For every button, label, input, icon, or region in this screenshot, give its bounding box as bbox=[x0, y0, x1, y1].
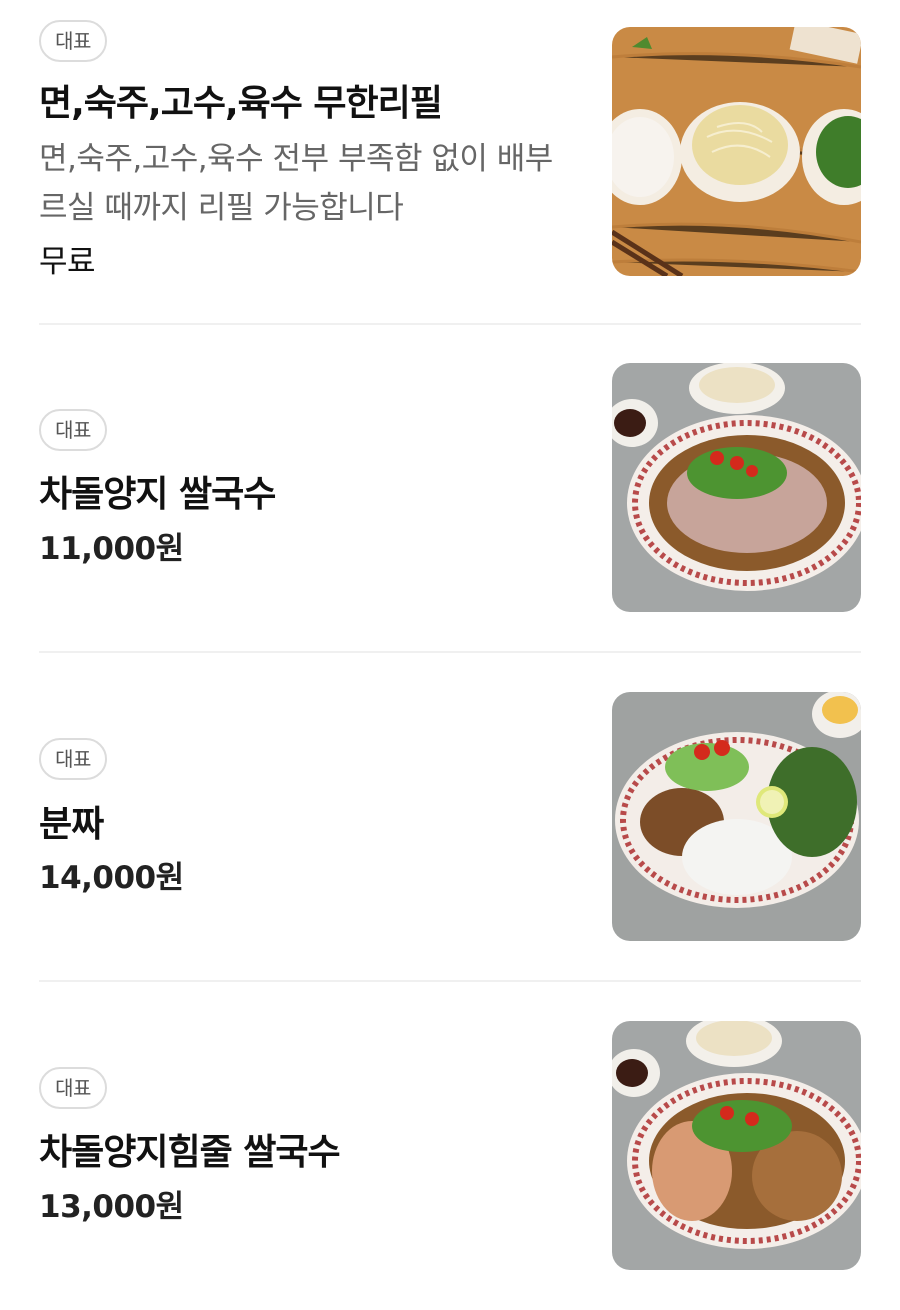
signature-badge: 대표 bbox=[39, 1067, 107, 1109]
menu-item-description: 면,숙주,고수,육수 전부 부족함 없이 배부르실 때까지 리필 가능합니다 bbox=[39, 141, 553, 226]
signature-badge: 대표 bbox=[39, 738, 107, 780]
menu-item-name: 차돌양지 쌀국수 bbox=[39, 474, 276, 515]
menu-item-name: 면,숙주,고수,육수 무한리필 bbox=[39, 83, 443, 124]
signature-badge: 대표 bbox=[39, 409, 107, 451]
signature-badge: 대표 bbox=[39, 20, 107, 62]
menu-item-image[interactable] bbox=[612, 1021, 861, 1270]
menu-item-name: 차돌양지힘줄 쌀국수 bbox=[39, 1132, 341, 1173]
menu-item-price: 13,000원 bbox=[39, 1189, 184, 1225]
menu-item-bun-cha[interactable]: 대표 분짜 14,000원 bbox=[0, 653, 900, 980]
menu-item-brisket-pho[interactable]: 대표 차돌양지 쌀국수 11,000원 bbox=[0, 325, 900, 651]
menu-item-price: 14,000원 bbox=[39, 860, 184, 896]
menu-item-price: 무료 bbox=[39, 244, 96, 280]
menu-item-refill[interactable]: 대표 면,숙주,고수,육수 무한리필 면,숙주,고수,육수 전부 부족함 없이 … bbox=[0, 0, 900, 323]
menu-item-image[interactable] bbox=[612, 27, 861, 276]
menu-item-image[interactable] bbox=[612, 692, 861, 941]
menu-item-name: 분짜 bbox=[39, 804, 104, 845]
menu-item-brisket-tendon-pho[interactable]: 대표 차돌양지힘줄 쌀국수 13,000원 bbox=[0, 982, 900, 1310]
menu-item-price: 11,000원 bbox=[39, 531, 184, 567]
menu-item-image[interactable] bbox=[612, 363, 861, 612]
